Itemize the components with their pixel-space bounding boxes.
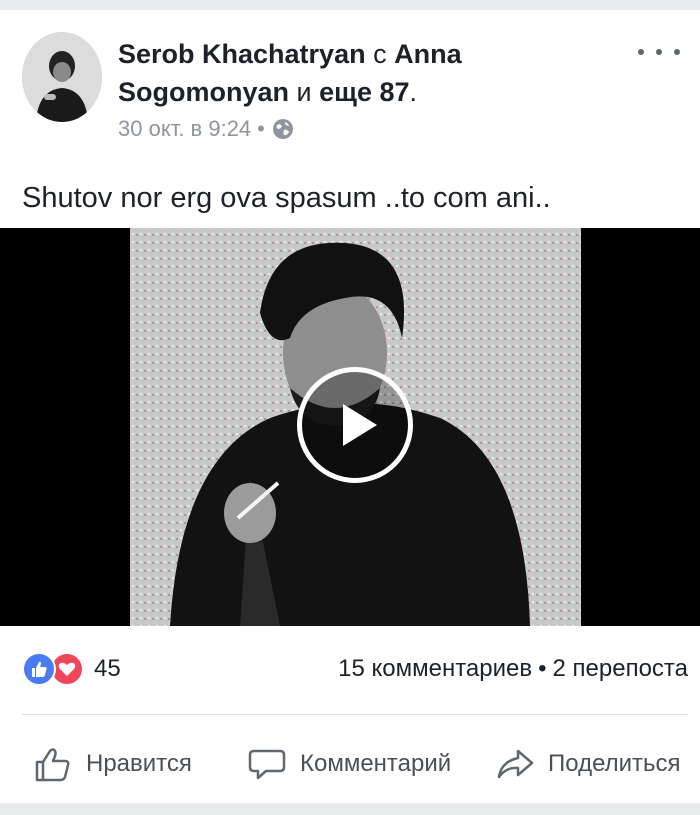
comment-label: Комментарий xyxy=(300,750,452,777)
divider xyxy=(22,714,688,715)
comment-bubble-icon xyxy=(248,749,286,780)
post-text: Shutov nor erg ova spasum ..to com ani.. xyxy=(22,182,551,214)
globe-icon[interactable] xyxy=(271,117,295,141)
more-options-button[interactable] xyxy=(638,42,680,62)
meta-separator: • xyxy=(257,116,265,141)
thumbs-up-icon xyxy=(35,748,70,782)
post-stats: 15 комментариев • 2 перепоста xyxy=(338,655,688,683)
post-card: Serob Khachatryan с Anna Sogomonyan и ещ… xyxy=(0,10,700,803)
play-button[interactable] xyxy=(297,367,413,483)
reaction-count: 45 xyxy=(94,655,121,682)
play-icon xyxy=(343,404,377,446)
video-player[interactable] xyxy=(0,228,700,626)
dot-icon xyxy=(674,49,680,55)
avatar[interactable] xyxy=(22,32,102,122)
share-arrow-icon xyxy=(497,749,534,779)
reaction-summary[interactable]: 45 xyxy=(22,652,121,686)
like-button[interactable]: Нравится xyxy=(32,728,192,800)
comments-count[interactable]: 15 комментариев xyxy=(338,655,532,683)
stats-separator: • xyxy=(538,655,547,682)
like-icon xyxy=(22,652,56,686)
comment-button[interactable]: Комментарий xyxy=(246,728,451,800)
author-name[interactable]: Serob Khachatryan xyxy=(118,39,366,69)
like-label: Нравится xyxy=(86,750,192,777)
share-button[interactable]: Поделиться xyxy=(494,728,681,800)
and-word: и xyxy=(296,77,312,107)
share-label: Поделиться xyxy=(548,750,681,777)
post-meta: 30 окт. в 9:24 • xyxy=(118,116,295,142)
shares-count[interactable]: 2 перепоста xyxy=(553,655,688,683)
others-link[interactable]: еще 87 xyxy=(319,77,409,107)
timestamp[interactable]: 30 окт. в 9:24 xyxy=(118,116,251,142)
header-period: . xyxy=(409,77,418,107)
with-word: с xyxy=(373,39,387,69)
dot-icon xyxy=(638,49,644,55)
post-header-names: Serob Khachatryan с Anna Sogomonyan и ещ… xyxy=(118,35,618,111)
action-bar: Нравится Комментарий Поделиться xyxy=(0,728,700,800)
dot-icon xyxy=(656,49,662,55)
